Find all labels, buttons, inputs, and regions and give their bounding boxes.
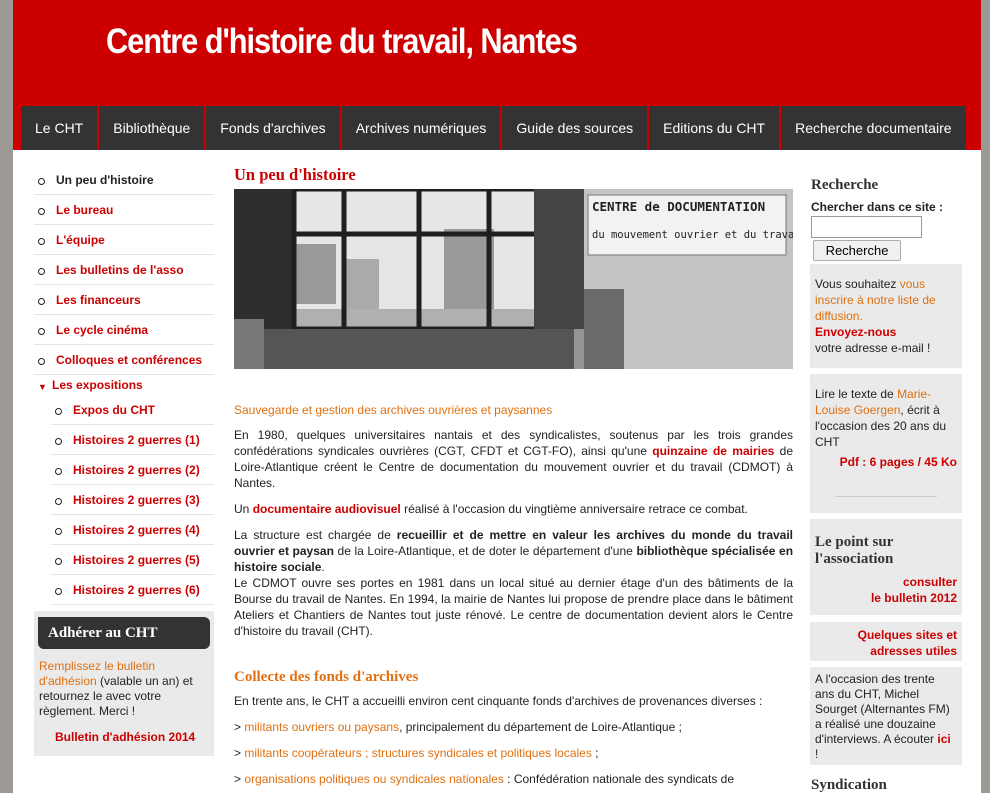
submenu-item-guerres-6[interactable]: Histoires 2 guerres (6) bbox=[51, 575, 214, 605]
menu-item-bulletins[interactable]: Les bulletins de l'asso bbox=[34, 255, 214, 285]
search-button[interactable]: Recherche bbox=[813, 240, 901, 261]
nav-fonds-archives[interactable]: Fonds d'archives bbox=[206, 106, 340, 150]
interviews-text: A l'occasion des trente ans du CHT, Mich… bbox=[815, 672, 950, 746]
box-divider bbox=[835, 496, 937, 497]
list-item-2: > militants coopérateurs ; structures sy… bbox=[234, 745, 793, 761]
menu-item-financeurs[interactable]: Les financeurs bbox=[34, 285, 214, 315]
photo-illustration bbox=[234, 189, 793, 369]
list-arrow-3: > bbox=[234, 772, 245, 786]
menu-item-expositions-label: Les expositions bbox=[52, 378, 143, 392]
page-body: Un peu d'histoire Le bureau L'équipe Les… bbox=[13, 150, 981, 793]
submenu-item-guerres-1[interactable]: Histoires 2 guerres (1) bbox=[51, 425, 214, 455]
newsletter-text-1: Vous souhaitez bbox=[815, 277, 900, 291]
menu-item-equipe[interactable]: L'équipe bbox=[34, 225, 214, 255]
link-documentaire[interactable]: documentaire audiovisuel bbox=[253, 502, 401, 516]
p3-text-c: . bbox=[321, 560, 325, 574]
site-title[interactable]: Centre d'histoire du travail, Nantes bbox=[106, 22, 578, 62]
nav-archives-numeriques[interactable]: Archives numériques bbox=[341, 106, 501, 150]
p2-text-a: Un bbox=[234, 502, 253, 516]
list-arrow-2: > bbox=[234, 746, 245, 760]
submenu-expositions: Expos du CHT Histoires 2 guerres (1) His… bbox=[51, 395, 214, 605]
p3-text-a: La structure est chargée de bbox=[234, 528, 397, 542]
section-title-collecte: Collecte des fonds d'archives bbox=[234, 669, 419, 685]
adhesion-box: Adhérer au CHT Remplissez le bulletin d'… bbox=[34, 611, 214, 756]
nav-editions[interactable]: Editions du CHT bbox=[649, 106, 780, 150]
search-title: Recherche bbox=[811, 177, 879, 193]
interviews-end: ! bbox=[815, 747, 819, 761]
useful-links-1[interactable]: Quelques sites et bbox=[815, 627, 957, 643]
archive-room-photo: CENTRE de DOCUMENTATION du mouvement ouv… bbox=[234, 189, 793, 369]
submenu-item-guerres-2[interactable]: Histoires 2 guerres (2) bbox=[51, 455, 214, 485]
link-quinzaine-mairies[interactable]: quinzaine de mairies bbox=[652, 444, 774, 458]
photo-sign-line1: CENTRE de DOCUMENTATION bbox=[592, 199, 766, 214]
useful-links-2[interactable]: adresses utiles bbox=[815, 643, 957, 659]
expand-triangle-icon: ▼ bbox=[38, 382, 47, 392]
adhesion-title: Adhérer au CHT bbox=[38, 617, 210, 649]
link-organisations[interactable]: organisations politiques ou syndicales n… bbox=[244, 772, 504, 786]
page-title: Un peu d'histoire bbox=[234, 165, 356, 184]
interviews-link[interactable]: ici bbox=[937, 732, 950, 746]
list-text-3: : Confédération nationale des syndicats … bbox=[503, 772, 734, 786]
goergen-box: Lire le texte de Marie-Louise Goergen, é… bbox=[810, 374, 962, 513]
link-militants-cooperateurs[interactable]: militants coopérateurs ; structures synd… bbox=[244, 746, 592, 760]
submenu-item-guerres-5[interactable]: Histoires 2 guerres (5) bbox=[51, 545, 214, 575]
nav-le-cht[interactable]: Le CHT bbox=[21, 106, 98, 150]
p3-text-b: de la Loire-Atlantique, et de doter le d… bbox=[333, 544, 637, 558]
submenu-item-guerres-4[interactable]: Histoires 2 guerres (4) bbox=[51, 515, 214, 545]
menu-item-expositions[interactable]: ▼ Les expositions bbox=[34, 375, 214, 395]
adhesion-bulletin-link[interactable]: Bulletin d'adhésion 2014 bbox=[55, 730, 195, 744]
list-item-1: > militants ouvriers ou paysans, princip… bbox=[234, 719, 793, 735]
list-text-1: , principalement du département de Loire… bbox=[399, 720, 682, 734]
section-subtitle: Sauvegarde et gestion des archives ouvri… bbox=[234, 403, 553, 417]
list-text-2: ; bbox=[591, 746, 599, 760]
photo-sign-line2: du mouvement ouvrier et du travail bbox=[592, 229, 793, 241]
menu-item-bureau[interactable]: Le bureau bbox=[34, 195, 214, 225]
useful-links-box: Quelques sites et adresses utiles bbox=[810, 622, 962, 661]
newsletter-text-2: votre adresse e-mail ! bbox=[815, 341, 931, 355]
menu-item-cinema[interactable]: Le cycle cinéma bbox=[34, 315, 214, 345]
goergen-text-1: Lire le texte de bbox=[815, 387, 898, 401]
main-nav: Le CHT Bibliothèque Fonds d'archives Arc… bbox=[21, 106, 966, 150]
interviews-box: A l'occasion des trente ans du CHT, Mich… bbox=[810, 667, 962, 765]
main-content: Un peu d'histoire CENTRE de DOCUMENTATIO… bbox=[234, 165, 793, 787]
nav-guide-sources[interactable]: Guide des sources bbox=[502, 106, 648, 150]
nav-bibliotheque[interactable]: Bibliothèque bbox=[99, 106, 205, 150]
adhesion-text: Remplissez le bulletin d'adhésion (valab… bbox=[39, 659, 211, 719]
syndication-title: Syndication bbox=[811, 777, 887, 793]
paragraph-5: En trente ans, le CHT a accueilli enviro… bbox=[234, 694, 763, 708]
bulletin-box: Le point sur l'association consulter le … bbox=[810, 519, 962, 615]
submenu-item-expos-cht[interactable]: Expos du CHT bbox=[51, 395, 214, 425]
menu-item-colloques[interactable]: Colloques et conférences bbox=[34, 345, 214, 375]
paragraph-1: En 1980, quelques universitaires nantais… bbox=[234, 427, 793, 491]
search-label: Chercher dans ce site : bbox=[811, 200, 944, 214]
menu-item-histoire[interactable]: Un peu d'histoire bbox=[34, 165, 214, 195]
p2-text-b: réalisé à l'occasion du vingtième annive… bbox=[400, 502, 748, 516]
newsletter-send[interactable]: Envoyez-nous bbox=[815, 325, 896, 339]
bulletin-box-title: Le point sur l'association bbox=[815, 534, 894, 567]
newsletter-box: Vous souhaitez vous inscrire à notre lis… bbox=[810, 264, 962, 368]
paragraph-3: La structure est chargée de recueillir e… bbox=[234, 527, 793, 575]
list-arrow-1: > bbox=[234, 720, 245, 734]
bulletin-link-2[interactable]: le bulletin 2012 bbox=[815, 590, 957, 606]
list-item-3: > organisations politiques ou syndicales… bbox=[234, 771, 793, 787]
nav-recherche-documentaire[interactable]: Recherche documentaire bbox=[781, 106, 966, 150]
bulletin-link-1[interactable]: consulter bbox=[815, 574, 957, 590]
link-militants-ouvriers[interactable]: militants ouvriers ou paysans bbox=[244, 720, 399, 734]
paragraph-4: Le CDMOT ouvre ses portes en 1981 dans u… bbox=[234, 576, 793, 638]
search-input[interactable] bbox=[811, 216, 922, 238]
goergen-pdf-link[interactable]: Pdf : 6 pages / 45 Ko bbox=[815, 454, 957, 470]
left-sidebar: Un peu d'histoire Le bureau L'équipe Les… bbox=[34, 165, 214, 605]
paragraph-2: Un documentaire audiovisuel réalisé à l'… bbox=[234, 501, 793, 517]
submenu-item-guerres-3[interactable]: Histoires 2 guerres (3) bbox=[51, 485, 214, 515]
